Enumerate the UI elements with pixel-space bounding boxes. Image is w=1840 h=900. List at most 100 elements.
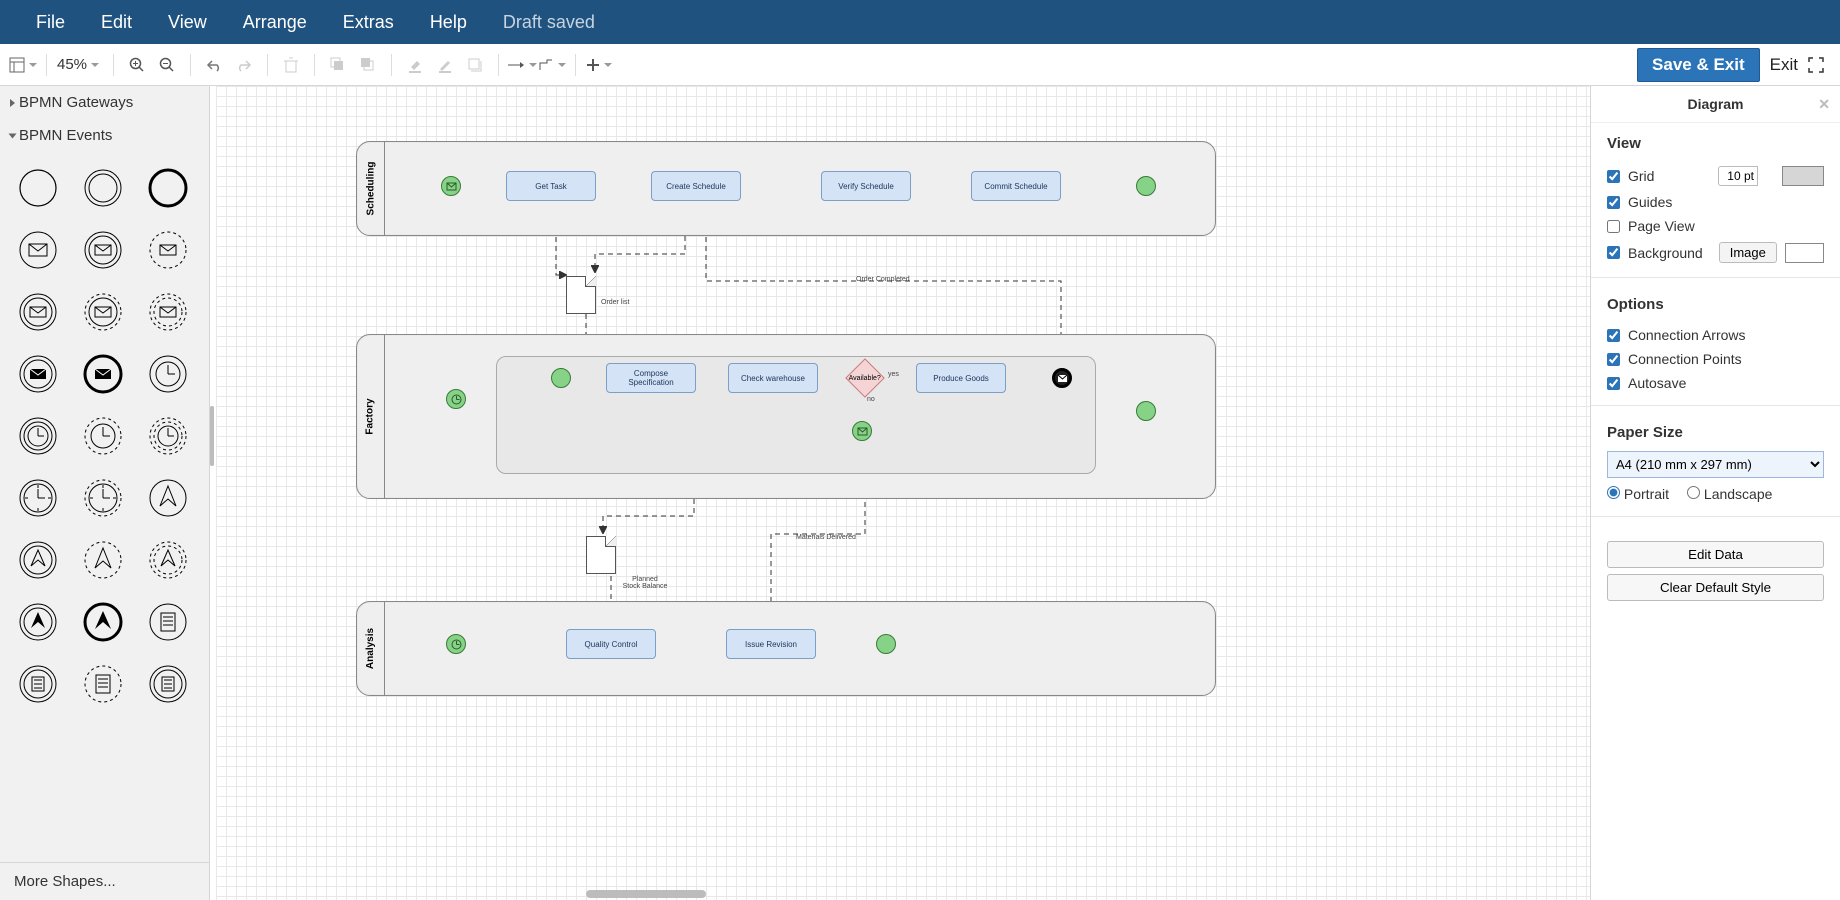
background-image-button[interactable]: Image <box>1719 242 1777 263</box>
task-check-warehouse[interactable]: Check warehouse <box>728 363 818 393</box>
document-stock-balance[interactable] <box>586 536 616 574</box>
task-quality-control[interactable]: Quality Control <box>566 629 656 659</box>
lane-title: Analysis <box>365 628 376 669</box>
event-escalation-intermediate-icon[interactable] <box>12 534 64 586</box>
task-produce-goods[interactable]: Produce Goods <box>916 363 1006 393</box>
timer-event-factory[interactable] <box>446 389 466 409</box>
delete-icon[interactable] <box>276 50 306 80</box>
menu-help[interactable]: Help <box>412 0 485 44</box>
guides-label: Guides <box>1628 194 1672 210</box>
grid-checkbox[interactable] <box>1607 170 1620 183</box>
event-conditional-intermediate-icon[interactable] <box>12 658 64 710</box>
task-get-task[interactable]: Get Task <box>506 171 596 201</box>
event-timer-boundary-noninterrupt-icon[interactable] <box>142 410 194 462</box>
fill-color-icon[interactable] <box>400 50 430 80</box>
task-commit-schedule[interactable]: Commit Schedule <box>971 171 1061 201</box>
paper-size-select[interactable]: A4 (210 mm x 297 mm) <box>1607 451 1824 478</box>
horizontal-scrollbar[interactable] <box>586 890 706 898</box>
task-issue-revision[interactable]: Issue Revision <box>726 629 816 659</box>
insert-dropdown[interactable] <box>584 50 614 80</box>
menu-file[interactable]: File <box>18 0 83 44</box>
menu-edit[interactable]: Edit <box>83 0 150 44</box>
event-end-icon[interactable] <box>142 162 194 214</box>
grid-label: Grid <box>1628 168 1654 184</box>
event-escalation-noninterrupt-icon[interactable] <box>77 534 129 586</box>
more-shapes-button[interactable]: More Shapes... <box>0 862 209 900</box>
lane-scheduling[interactable]: Scheduling <box>356 141 1216 236</box>
fullscreen-icon[interactable] <box>1808 57 1824 73</box>
menu-extras[interactable]: Extras <box>325 0 412 44</box>
event-timer-start-icon[interactable] <box>142 348 194 400</box>
event-escalation-throw-icon[interactable] <box>12 596 64 648</box>
start-event-subprocess[interactable] <box>551 368 571 388</box>
label-order-completed: Order Completed <box>856 276 910 283</box>
undo-icon[interactable] <box>199 50 229 80</box>
end-event-subprocess[interactable] <box>1052 368 1072 388</box>
event-message-catch-icon[interactable] <box>12 286 64 338</box>
event-timer-ticks-dashed-icon[interactable] <box>77 472 129 524</box>
event-message-throw-icon[interactable] <box>12 348 64 400</box>
clear-default-style-button[interactable]: Clear Default Style <box>1607 574 1824 601</box>
timer-event-analysis[interactable] <box>446 634 466 654</box>
zoom-dropdown[interactable]: 45% <box>55 56 105 73</box>
grid-color-swatch[interactable] <box>1782 166 1824 186</box>
end-event-factory[interactable] <box>1136 401 1156 421</box>
menu-arrange[interactable]: Arrange <box>225 0 325 44</box>
task-create-schedule[interactable]: Create Schedule <box>651 171 741 201</box>
view-switch-dropdown[interactable] <box>8 50 38 80</box>
event-conditional-boundary-icon[interactable] <box>142 658 194 710</box>
canvas[interactable]: Scheduling Get Task Create Schedule Veri… <box>216 86 1590 900</box>
background-color-swatch[interactable] <box>1785 243 1824 263</box>
end-event-scheduling[interactable] <box>1136 176 1156 196</box>
event-start-icon[interactable] <box>12 162 64 214</box>
event-escalation-start-icon[interactable] <box>142 472 194 524</box>
background-checkbox[interactable] <box>1607 246 1620 259</box>
label-yes: yes <box>888 371 899 378</box>
event-conditional-start-icon[interactable] <box>142 596 194 648</box>
to-back-icon[interactable] <box>353 50 383 80</box>
connection-points-checkbox[interactable] <box>1607 353 1620 366</box>
event-conditional-noninterrupt-icon[interactable] <box>77 658 129 710</box>
zoom-in-icon[interactable] <box>122 50 152 80</box>
document-order-list[interactable] <box>566 276 596 314</box>
grid-size-input[interactable] <box>1718 166 1758 186</box>
event-intermediate-icon[interactable] <box>77 162 129 214</box>
shadow-icon[interactable] <box>460 50 490 80</box>
portrait-radio[interactable] <box>1607 486 1620 499</box>
task-verify-schedule[interactable]: Verify Schedule <box>821 171 911 201</box>
event-message-noninterrupt-icon[interactable] <box>142 224 194 276</box>
autosave-checkbox[interactable] <box>1607 377 1620 390</box>
exit-button[interactable]: Exit <box>1770 55 1798 75</box>
event-message-boundary-noninterrupt-icon[interactable] <box>142 286 194 338</box>
event-timer-noninterrupt-icon[interactable] <box>77 410 129 462</box>
menu-view[interactable]: View <box>150 0 225 44</box>
event-timer-ticks-icon[interactable] <box>12 472 64 524</box>
connection-arrows-checkbox[interactable] <box>1607 329 1620 342</box>
message-event-materials[interactable] <box>852 421 872 441</box>
start-event-scheduling[interactable] <box>441 176 461 196</box>
event-message-boundary-icon[interactable] <box>77 286 129 338</box>
section-bpmn-gateways[interactable]: BPMN Gateways <box>0 86 209 119</box>
save-exit-button[interactable]: Save & Exit <box>1637 48 1760 82</box>
waypoint-style-dropdown[interactable] <box>537 50 567 80</box>
edit-data-button[interactable]: Edit Data <box>1607 541 1824 568</box>
event-message-start-icon[interactable] <box>12 224 64 276</box>
page-view-checkbox[interactable] <box>1607 220 1620 233</box>
section-bpmn-events[interactable]: BPMN Events <box>0 119 209 152</box>
page-view-label: Page View <box>1628 218 1695 234</box>
zoom-out-icon[interactable] <box>152 50 182 80</box>
redo-icon[interactable] <box>229 50 259 80</box>
event-timer-intermediate-icon[interactable] <box>12 410 64 462</box>
guides-checkbox[interactable] <box>1607 196 1620 209</box>
end-event-analysis[interactable] <box>876 634 896 654</box>
stroke-color-icon[interactable] <box>430 50 460 80</box>
event-escalation-boundary-noninterrupt-icon[interactable] <box>142 534 194 586</box>
event-escalation-end-icon[interactable] <box>77 596 129 648</box>
event-message-intermediate-icon[interactable] <box>77 224 129 276</box>
task-compose-spec[interactable]: Compose Specification <box>606 363 696 393</box>
to-front-icon[interactable] <box>323 50 353 80</box>
connection-style-dropdown[interactable] <box>507 50 537 80</box>
close-panel-icon[interactable]: ✕ <box>1818 96 1830 113</box>
landscape-radio[interactable] <box>1687 486 1700 499</box>
event-message-end-icon[interactable] <box>77 348 129 400</box>
